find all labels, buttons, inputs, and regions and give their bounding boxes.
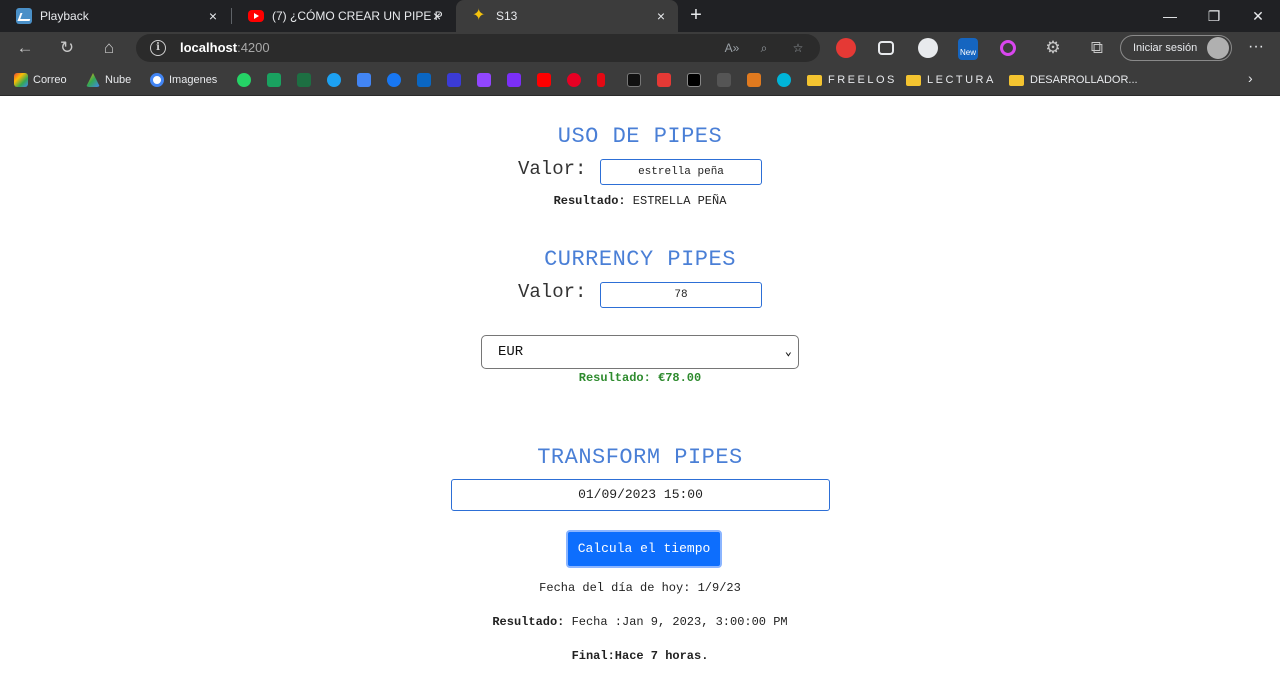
browser-toolbar: ← ↻ ⌂ i localhost:4200 A» ⌕ ☆ New ⚙ ⧉ In… (0, 32, 1280, 64)
signin-label: Iniciar sesión (1133, 42, 1198, 54)
bookmark-folder-desarrollador[interactable]: DESARROLLADOR... (1009, 71, 1138, 89)
adblock-extension-icon[interactable] (836, 38, 856, 58)
date-result: Resultado: Fecha :Jan 9, 2023, 3:00:00 P… (0, 615, 1280, 629)
valor-label: Valor: (518, 158, 587, 180)
close-tab-icon[interactable]: × (428, 7, 446, 25)
app-icon[interactable] (627, 73, 641, 87)
tab-title: (7) ¿CÓMO CREAR UN PIPE PERS (272, 9, 442, 23)
ring-extension-icon[interactable] (1000, 40, 1016, 56)
folder-icon (1009, 74, 1024, 86)
bookmark-correo[interactable]: Correo (14, 71, 67, 89)
final-value: Hace 7 horas. (614, 649, 709, 663)
valor-label: Valor: (518, 281, 587, 303)
tab-s13[interactable]: ✦ S13 × (456, 0, 678, 32)
back-icon[interactable]: ← (12, 36, 38, 60)
reload-icon[interactable]: ↻ (54, 36, 80, 60)
tab-strip: Playback × (7) ¿CÓMO CREAR UN PIPE PERS … (0, 0, 1280, 32)
close-tab-icon[interactable]: × (652, 7, 670, 25)
tab-title: S13 (496, 9, 518, 23)
folder-icon (906, 74, 921, 86)
minimize-button[interactable]: — (1148, 0, 1192, 32)
translate-icon[interactable] (357, 73, 371, 87)
new-tab-button[interactable]: + (684, 4, 708, 28)
result-label: Resultado: (553, 194, 626, 208)
home-icon[interactable]: ⌂ (96, 36, 122, 60)
more-options-icon[interactable]: ··· (1244, 36, 1268, 60)
text-input[interactable]: estrella peña (600, 159, 762, 185)
app-icon[interactable] (747, 73, 761, 87)
bookmark-folder-freelos[interactable]: FREELOS (807, 71, 897, 89)
twitter-icon[interactable] (327, 73, 341, 87)
currency-result: Resultado: €78.00 (578, 371, 702, 385)
linkedin-icon[interactable] (417, 73, 431, 87)
netflix-icon[interactable] (597, 73, 605, 87)
close-window-button[interactable]: ✕ (1236, 0, 1280, 32)
calculate-time-button[interactable]: Calcula el tiempo (566, 530, 722, 568)
chevron-right-icon[interactable]: › (1248, 70, 1253, 86)
extensions-icon[interactable]: ⚙ (1040, 36, 1066, 60)
google-icon (150, 73, 164, 87)
gmail-icon (14, 73, 28, 87)
final-result: Final:Hace 7 horas. (0, 649, 1280, 663)
download-icon[interactable] (267, 73, 281, 87)
today-date-text: Fecha del día de hoy: 1/9/23 (539, 581, 741, 595)
avatar (1207, 37, 1229, 59)
restore-button[interactable]: ❐ (1192, 0, 1236, 32)
section-title-uso-de-pipes: USO DE PIPES (557, 124, 723, 149)
address-bar[interactable]: i localhost:4200 A» ⌕ ☆ (136, 34, 820, 62)
final-label: Final: (571, 649, 615, 663)
url-text[interactable]: localhost:4200 (180, 40, 270, 55)
twitch-icon[interactable] (477, 73, 491, 87)
download-icon[interactable] (657, 73, 671, 87)
tiktok-icon[interactable] (687, 73, 701, 87)
new-extension-icon[interactable]: New (958, 38, 978, 60)
tab-title: Playback (40, 9, 89, 23)
window-extension-icon[interactable] (878, 41, 894, 55)
collections-icon[interactable]: ⧉ (1084, 36, 1110, 60)
bookmark-imagenes[interactable]: Imagenes (150, 71, 217, 89)
app-icon[interactable] (777, 73, 791, 87)
result-label: Resultado: (492, 615, 565, 629)
close-tab-icon[interactable]: × (204, 7, 222, 25)
drive-icon (86, 73, 100, 87)
angular-star-icon: ✦ (472, 7, 486, 24)
tab-playback[interactable]: Playback × (0, 0, 230, 32)
section-title-currency-pipes: CURRENCY PIPES (544, 247, 736, 272)
bookmarks-bar: Correo Nube Imagenes FREELOS LECTURA DES… (0, 64, 1280, 96)
bookmark-nube[interactable]: Nube (86, 71, 131, 89)
color-picker-extension-icon[interactable] (918, 38, 938, 58)
site-info-icon[interactable]: i (150, 40, 166, 56)
amount-input[interactable]: 78 (600, 282, 762, 308)
facebook-icon[interactable] (387, 73, 401, 87)
page-content: USO DE PIPES Valor: estrella peña Result… (0, 96, 1280, 682)
datetime-input[interactable]: 01/09/2023 15:00 (451, 479, 830, 511)
result-value: ESTRELLA PEÑA (632, 194, 727, 208)
app-icon[interactable] (507, 73, 521, 87)
tab-youtube[interactable]: (7) ¿CÓMO CREAR UN PIPE PERS × (232, 0, 454, 32)
section-title-transform-pipes: TRANSFORM PIPES (537, 445, 743, 470)
signin-button[interactable]: Iniciar sesión (1120, 35, 1232, 61)
currency-selected-value: EUR (498, 344, 524, 360)
excel-icon[interactable] (297, 73, 311, 87)
app-icon[interactable] (717, 73, 731, 87)
app-icon[interactable] (447, 73, 461, 87)
whatsapp-icon[interactable] (237, 73, 251, 87)
uppercase-result: Resultado: ESTRELLA PEÑA (0, 194, 1280, 208)
favorite-add-icon[interactable]: ☆ (788, 39, 808, 57)
youtube-icon (248, 10, 264, 22)
folder-icon (807, 74, 822, 86)
read-aloud-icon[interactable]: A» (722, 39, 742, 57)
result-value: Fecha :Jan 9, 2023, 3:00:00 PM (571, 615, 788, 629)
chevron-down-icon: ⌄ (784, 345, 792, 359)
zoom-icon[interactable]: ⌕ (754, 39, 774, 57)
currency-select[interactable]: EUR ⌄ (481, 335, 799, 369)
bookmark-folder-lectura[interactable]: LECTURA (906, 71, 996, 89)
youtube-icon[interactable] (537, 73, 551, 87)
playback-icon (16, 8, 32, 24)
pinterest-icon[interactable] (567, 73, 581, 87)
